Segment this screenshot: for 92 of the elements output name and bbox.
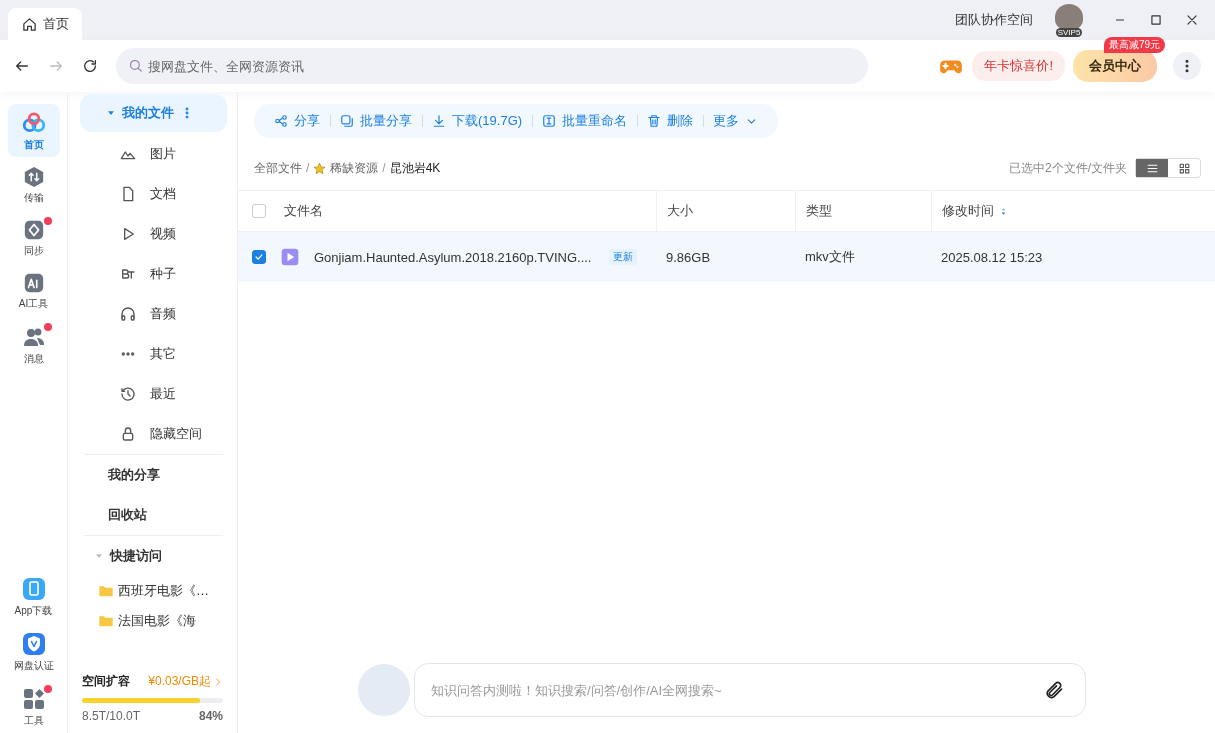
column-header[interactable]: 文件名	[284, 202, 323, 220]
rail-item[interactable]: 消息	[7, 320, 60, 371]
rail-item[interactable]: 同步	[7, 214, 60, 263]
stack-icon	[340, 114, 354, 128]
phone-icon	[21, 577, 46, 601]
grid-icon	[1177, 161, 1191, 175]
toolbar-action[interactable]: 更多	[703, 112, 769, 130]
headphones-icon	[120, 306, 136, 322]
vip-center-button[interactable]: 会员中心	[1073, 50, 1157, 82]
rail-item[interactable]: App下载	[7, 572, 60, 623]
shield-icon	[21, 632, 46, 656]
list-view-button[interactable]	[1136, 159, 1168, 177]
sync-icon	[22, 219, 45, 241]
download-icon	[432, 114, 446, 128]
table-cell-text: mkv文件	[804, 248, 856, 266]
forward-arrow-icon	[48, 58, 64, 74]
update-tag: 更新	[609, 249, 638, 265]
discount-badge: 最高减79元	[1103, 37, 1165, 53]
search-icon	[128, 58, 143, 73]
category-item[interactable]: 图片	[80, 134, 227, 174]
category-item[interactable]: 视频	[80, 214, 227, 254]
category-item[interactable]: 最近	[80, 374, 227, 414]
mascot-avatar	[358, 664, 410, 716]
select-all-checkbox[interactable]	[252, 204, 266, 218]
column-header[interactable]: 类型	[806, 202, 832, 220]
column-header[interactable]: 大小	[667, 202, 693, 220]
rename-icon	[542, 114, 557, 128]
promo-link[interactable]: 年卡惊喜价!	[972, 51, 1065, 81]
team-space-link[interactable]: 团队协作空间	[955, 11, 1033, 29]
bt-icon	[120, 266, 136, 282]
file-name[interactable]: Gonjiam.Haunted.Asylum.2018.2160p.TVING....	[314, 249, 592, 265]
selection-info: 已选中2个文件/文件夹	[1009, 159, 1127, 177]
toolbar-action[interactable]: 批量重命名	[532, 112, 638, 130]
category-item[interactable]: 文档	[80, 174, 227, 214]
category-item[interactable]: 其它	[80, 334, 227, 374]
breadcrumb-link[interactable]: 昆池岩4K	[389, 159, 441, 177]
chevron-right-icon	[213, 676, 223, 687]
category-item[interactable]: 隐藏空间	[80, 414, 227, 454]
grid-icon	[21, 687, 46, 711]
ai-icon	[22, 272, 45, 294]
sidebar-link[interactable]: 我的分享	[80, 455, 227, 495]
toolbar-action[interactable]: 删除	[637, 112, 704, 130]
sidebar-link[interactable]: 回收站	[80, 495, 227, 535]
toolbar-action[interactable]: 批量分享	[330, 112, 422, 130]
share-icon	[274, 114, 288, 128]
rail-item[interactable]: AI工具	[7, 267, 60, 316]
folder-icon	[98, 583, 114, 599]
column-header[interactable]: 修改时间	[942, 202, 994, 220]
level-badge: SVIP5	[1055, 27, 1083, 37]
rail-item[interactable]: 传输	[7, 161, 60, 210]
video-file-icon	[280, 247, 300, 267]
breadcrumb-separator: /	[382, 161, 386, 175]
maximize-icon	[1149, 13, 1163, 27]
category-item[interactable]: 种子	[80, 254, 227, 294]
refresh-icon	[82, 58, 98, 74]
rail-item[interactable]: 工具	[7, 682, 60, 733]
table-cell-text: 2025.08.12 15:23	[940, 249, 1044, 265]
home-icon	[22, 16, 37, 32]
trash-icon	[647, 114, 662, 128]
notification-dot	[43, 217, 52, 225]
breadcrumb-separator: /	[306, 161, 310, 175]
paperclip-icon	[1044, 680, 1064, 700]
close-icon	[1185, 13, 1199, 27]
table-cell-text: 9.86GB	[665, 249, 712, 265]
search-field[interactable]: 搜网盘文件、全网资源资讯	[116, 48, 868, 84]
folder-item[interactable]: 法国电影《海	[80, 606, 227, 636]
rail-item[interactable]: 首页	[7, 104, 60, 157]
rail-item[interactable]: 网盘认证	[7, 627, 60, 678]
document-icon	[120, 186, 136, 202]
more-menu-button[interactable]	[1173, 52, 1201, 80]
folder-item[interactable]: 西班牙电影《…	[80, 576, 227, 606]
back-arrow-icon	[14, 58, 30, 74]
check-icon	[254, 252, 264, 262]
home-tab[interactable]: 首页	[8, 8, 82, 40]
folder-icon	[98, 613, 114, 629]
avatar[interactable]	[1055, 3, 1083, 30]
row-checkbox[interactable]	[252, 250, 266, 264]
storage-title: 空间扩容	[82, 673, 130, 690]
lock-icon	[120, 426, 136, 442]
breadcrumb-link[interactable]: 稀缺资源	[330, 159, 379, 177]
clock-icon	[120, 386, 136, 402]
my-files-item[interactable]: 我的文件	[80, 94, 227, 132]
toolbar-action[interactable]: 分享	[264, 112, 330, 130]
breadcrumb-link[interactable]: 全部文件	[254, 159, 302, 177]
storage-percent: 84%	[198, 709, 223, 723]
notification-dot	[43, 323, 52, 331]
quick-access-header[interactable]: 快捷访问	[80, 536, 227, 576]
storage-used: 8.5T/10.0T	[82, 709, 141, 723]
toolbar-action[interactable]: 下载(19.7G)	[422, 112, 533, 130]
assistant-input[interactable]: 知识问答内测啦！知识搜索/问答/创作/AI全网搜索~	[414, 663, 1086, 717]
transfer-icon	[22, 166, 45, 188]
category-item[interactable]: 音频	[80, 294, 227, 334]
